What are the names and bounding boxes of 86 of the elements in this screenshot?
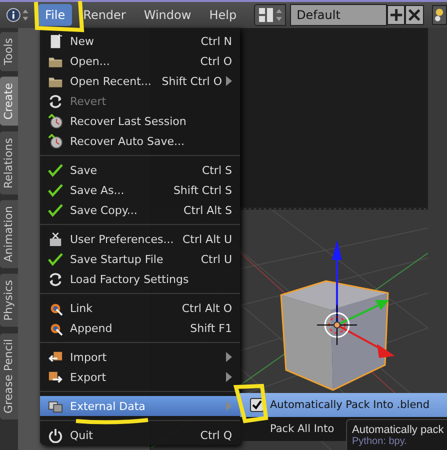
shortcut-text: Shift Ctrl O	[162, 74, 222, 88]
menu-entry-label: Export	[70, 370, 108, 384]
menu-item[interactable]: Window	[136, 4, 198, 26]
menu-entry-label: Save	[70, 164, 98, 176]
refresh-icon	[48, 94, 63, 108]
data-icon	[48, 398, 63, 414]
check-icon	[48, 252, 63, 266]
info-icon[interactable]	[6, 7, 30, 23]
clock-icon	[48, 134, 63, 148]
menu-entry-label: Save Startup File	[70, 252, 164, 266]
export-icon	[48, 370, 63, 384]
page-icon	[48, 34, 63, 48]
shortcut-text: Ctrl O	[200, 54, 232, 68]
scene-icon[interactable]	[432, 5, 447, 25]
power-icon	[48, 428, 63, 442]
tool-tab[interactable]: Create	[0, 77, 18, 126]
import-icon	[48, 350, 63, 364]
shortcut-text: Ctrl Q	[200, 428, 232, 442]
tooltip-text: Automatically pack	[352, 424, 445, 436]
tool-tab[interactable]: Physics	[0, 274, 18, 327]
tool-tab[interactable]: Animation	[0, 200, 18, 268]
menu-entry-label: Save As...	[70, 184, 126, 196]
menu-entry-label: Open Recent...	[70, 74, 152, 88]
tooltip-text: Python: bpy.	[352, 436, 408, 447]
menu-entry-label: New	[70, 34, 95, 48]
shortcut-text: Ctrl S	[202, 164, 232, 176]
menu-entry[interactable]: Save As... Shift Ctrl S	[40, 180, 240, 200]
menu-item[interactable]: Help	[202, 4, 244, 26]
menu-entry-label: Load Factory Settings	[70, 272, 190, 286]
layout-selector[interactable]	[254, 4, 286, 26]
menu-entry[interactable]: Recover Auto Save...	[40, 131, 240, 151]
menu-entry[interactable]: Quit Ctrl Q	[40, 425, 240, 445]
shortcut-text: Ctrl Alt S	[184, 204, 232, 216]
preferences-icon	[48, 232, 63, 246]
menu-entry[interactable]: Save Startup File Ctrl U	[40, 249, 240, 269]
shortcut-text: Shift Ctrl S	[173, 184, 232, 196]
menu-entry[interactable]: Open... Ctrl O	[40, 51, 240, 71]
check-icon	[48, 162, 63, 178]
menu-entry-label: Save Copy...	[70, 204, 138, 216]
menu-entry-label: User Preferences...	[70, 232, 175, 246]
menu-entry[interactable]: Save Ctrl S	[40, 160, 240, 180]
menu-entry-label: Link	[70, 302, 94, 314]
layout-name-field[interactable]: Default	[290, 4, 387, 26]
shortcut-text: Ctrl U	[200, 252, 232, 266]
menu-entry[interactable]: User Preferences... Ctrl Alt U	[40, 229, 240, 249]
menu-entry[interactable]: Open Recent... Shift Ctrl O	[40, 71, 240, 91]
menu-entry[interactable]: New Ctrl N	[40, 31, 240, 51]
shortcut-text: Ctrl Alt O	[182, 302, 232, 314]
tool-tab[interactable]: Relations	[0, 132, 18, 194]
highlight-mark	[233, 384, 268, 424]
menu-entry[interactable]: Recover Last Session	[40, 111, 240, 131]
menu-entry[interactable]: Import	[40, 347, 240, 367]
menu-entry[interactable]: Link Ctrl Alt O	[40, 298, 240, 318]
check-icon	[48, 182, 63, 198]
submenu-entry-label: Automatically Pack Into .blend	[270, 399, 430, 411]
menu-entry[interactable]: External Data	[40, 396, 240, 416]
menu-entry[interactable]: Load Factory Settings	[40, 269, 240, 289]
submenu-arrow-icon	[226, 76, 232, 86]
close-icon[interactable]	[405, 5, 424, 25]
menu-entry[interactable]: Export	[40, 367, 240, 387]
shortcut-text: Ctrl N	[200, 34, 232, 48]
tool-tab[interactable]: Grease Pencil	[0, 332, 18, 420]
menu-entry-label: Open...	[70, 54, 111, 68]
menu-entry[interactable]: Append Shift F1	[40, 318, 240, 338]
add-icon[interactable]	[386, 5, 406, 25]
highlight-mark	[34, 0, 84, 32]
refresh-icon	[48, 272, 63, 286]
menu-item[interactable]: Render	[76, 4, 133, 26]
menu-entry-label: Recover Last Session	[70, 114, 188, 128]
check-icon	[48, 202, 63, 218]
menu-entry-label: Quit	[70, 428, 94, 442]
checkbox[interactable]	[250, 398, 264, 412]
cursor-icon	[316, 304, 358, 346]
menu-entry-label: External Data	[70, 400, 146, 412]
clock-icon	[48, 114, 63, 128]
shortcut-text: Shift F1	[190, 322, 232, 334]
menu-entry-label: Import	[70, 350, 108, 364]
menu-entry-label: Recover Auto Save...	[70, 134, 186, 148]
menu-item[interactable]: File	[38, 4, 72, 26]
shortcut-text: Ctrl Alt U	[182, 232, 232, 246]
menu-entry[interactable]: Save Copy... Ctrl Alt S	[40, 200, 240, 220]
menu-entry-label: Revert	[70, 94, 108, 108]
submenu-entry[interactable]: Automatically Pack Into .blend	[240, 393, 447, 417]
tool-tab[interactable]: Tools	[0, 32, 18, 72]
menu-entry-label: Append	[70, 322, 114, 334]
submenu-arrow-icon	[226, 401, 232, 411]
